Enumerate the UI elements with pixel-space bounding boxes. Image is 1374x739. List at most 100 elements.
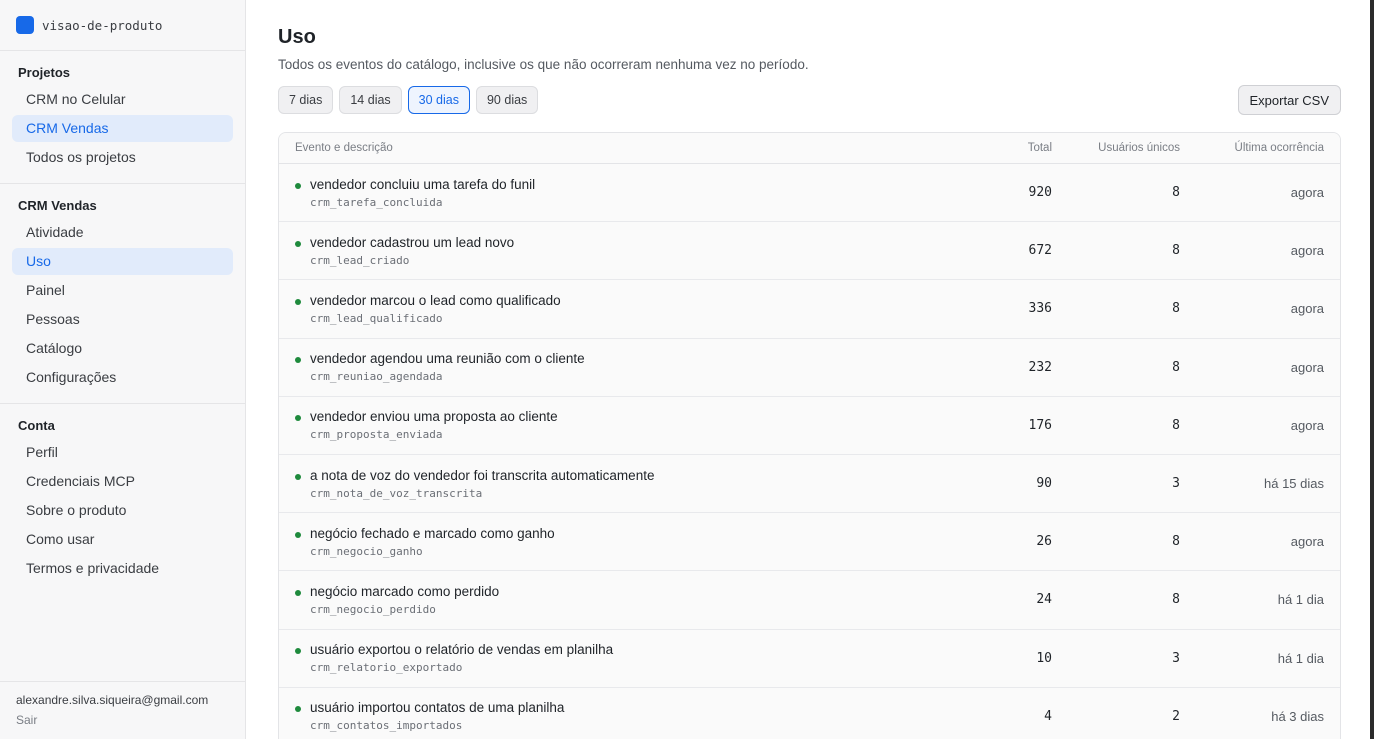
period-30-days-button[interactable]: 30 dias [407,86,470,114]
event-description: usuário importou contatos de uma planilh… [310,700,565,716]
status-dot-icon [295,531,301,538]
event-description: negócio marcado como perdido [310,583,500,599]
event-last-occurrence: agora [1290,243,1324,259]
event-last-occurrence: há 1 dia [1277,592,1324,608]
period-7-days-button[interactable]: 7 dias [278,86,334,114]
event-total: 24 [1036,592,1052,608]
table-row[interactable]: negócio marcado como perdido crm_negocio_… [279,571,1340,630]
table-row[interactable]: vendedor concluiu uma tarefa do funil crm… [279,164,1340,223]
sidebar-item-pessoas[interactable]: Pessoas [12,306,233,333]
page-subtitle: Todos os eventos do catálogo, inclusive … [278,57,809,72]
sidebar-section-projects: Projetos CRM no Celular CRM Vendas Todos… [0,51,245,184]
sidebar-section-project: CRM Vendas Atividade Uso Painel Pessoas … [0,184,245,404]
header-last: Última ocorrência [1234,142,1324,154]
event-total: 672 [1028,243,1052,259]
page-title: Uso [278,26,316,48]
logout-link[interactable]: Sair [16,713,229,727]
event-description: usuário exportou o relatório de vendas e… [310,642,614,658]
sidebar-item-termos-e-privacidade[interactable]: Termos e privacidade [12,555,233,582]
brand-name: visao-de-produto [42,17,163,33]
table-row[interactable]: vendedor enviou uma proposta ao cliente c… [279,396,1340,455]
table-row[interactable]: vendedor cadastrou um lead novo crm_lead_… [279,222,1340,281]
event-code: crm_proposta_enviada [310,428,443,442]
sidebar-item-sobre-o-produto[interactable]: Sobre o produto [12,497,233,524]
window-edge [1370,0,1374,739]
section-title: Projetos [18,65,71,80]
table-row[interactable]: usuário exportou o relatório de vendas e… [279,629,1340,688]
event-description: vendedor marcou o lead como qualificado [310,292,561,308]
event-text: usuário exportou o relatório de vendas e… [310,642,613,674]
table-row[interactable]: usuário importou contatos de uma planilh… [279,687,1340,739]
event-text: negócio fechado e marcado como ganho crm_… [310,526,555,558]
sidebar-item-todos-os-projetos[interactable]: Todos os projetos [12,144,233,171]
event-text: a nota de voz do vendedor foi transcrita… [310,468,654,500]
table-row[interactable]: vendedor marcou o lead como qualificado c… [279,280,1340,339]
sidebar: visao-de-produto Projetos CRM no Celular… [0,0,246,739]
sidebar-item-perfil[interactable]: Perfil [12,439,233,466]
event-cell: vendedor cadastrou um lead novo crm_lead_… [279,235,962,267]
period-14-days-button[interactable]: 14 dias [339,86,402,114]
event-cell: vendedor marcou o lead como qualificado c… [279,293,962,325]
events-table: Evento e descrição Total Usuários únicos… [278,132,1341,739]
event-total: 90 [1036,476,1052,492]
event-cell: usuário importou contatos de uma planilh… [279,700,962,732]
event-description: vendedor enviou uma proposta ao cliente [310,409,558,425]
sidebar-item-atividade[interactable]: Atividade [12,219,233,246]
sidebar-item-como-usar[interactable]: Como usar [12,526,233,553]
event-unique-users: 8 [1172,359,1180,375]
event-code: crm_lead_qualificado [310,311,443,325]
event-code: crm_reuniao_agendada [310,370,443,384]
status-dot-icon [295,706,301,713]
event-text: vendedor marcou o lead como qualificado c… [310,293,561,325]
event-code: crm_nota_de_voz_transcrita [310,486,483,500]
table-row[interactable]: vendedor agendou uma reunião com o clien… [279,338,1340,397]
event-total: 336 [1028,301,1052,317]
event-text: vendedor enviou uma proposta ao cliente c… [310,409,558,441]
event-last-occurrence: há 1 dia [1277,650,1324,666]
event-total: 176 [1028,417,1052,433]
event-total: 26 [1036,534,1052,550]
event-last-occurrence: agora [1290,185,1324,201]
sidebar-item-painel[interactable]: Painel [12,277,233,304]
event-unique-users: 8 [1172,243,1180,259]
period-90-days-button[interactable]: 90 dias [475,86,539,114]
brand-logo-icon [16,16,34,34]
event-unique-users: 8 [1172,301,1180,317]
event-text: vendedor concluiu uma tarefa do funil crm… [310,177,535,209]
table-row[interactable]: a nota de voz do vendedor foi transcrita… [279,454,1340,514]
sidebar-item-catalogo[interactable]: Catálogo [12,335,233,362]
sidebar-item-crm-vendas[interactable]: CRM Vendas [12,115,233,142]
status-dot-icon [295,357,301,364]
status-dot-icon [295,648,301,655]
event-unique-users: 8 [1172,592,1180,608]
sidebar-item-uso[interactable]: Uso [12,248,233,275]
status-dot-icon [295,473,301,480]
sidebar-item-credenciais-mcp[interactable]: Credenciais MCP [12,468,233,495]
header-users: Usuários únicos [1098,142,1180,154]
event-last-occurrence: agora [1290,534,1324,550]
event-unique-users: 2 [1172,708,1180,724]
event-total: 10 [1036,650,1052,666]
event-total: 920 [1028,185,1052,201]
event-cell: negócio marcado como perdido crm_negocio_… [279,584,962,616]
event-text: vendedor agendou uma reunião com o clien… [310,351,585,383]
event-unique-users: 8 [1172,534,1180,550]
event-total: 4 [1044,708,1052,724]
event-cell: vendedor agendou uma reunião com o clien… [279,351,962,383]
export-csv-button[interactable]: Exportar CSV [1237,85,1341,115]
header-event: Evento e descrição [295,142,393,154]
event-last-occurrence: agora [1290,417,1324,433]
table-row[interactable]: negócio fechado e marcado como ganho crm_… [279,513,1340,572]
event-unique-users: 8 [1172,185,1180,201]
sidebar-item-configuracoes[interactable]: Configurações [12,364,233,391]
brand[interactable]: visao-de-produto [0,0,245,51]
sidebar-item-crm-no-celular[interactable]: CRM no Celular [12,86,233,113]
event-text: usuário importou contatos de uma planilh… [310,700,564,732]
table-header: Evento e descrição Total Usuários únicos… [279,133,1340,164]
toolbar: 7 dias 14 dias 30 dias 90 dias Exportar … [278,85,1341,115]
status-dot-icon [295,589,301,596]
event-cell: vendedor concluiu uma tarefa do funil crm… [279,177,962,209]
event-last-occurrence: há 15 dias [1264,476,1324,492]
event-code: crm_relatorio_exportado [310,661,463,675]
event-code: crm_lead_criado [310,253,410,267]
